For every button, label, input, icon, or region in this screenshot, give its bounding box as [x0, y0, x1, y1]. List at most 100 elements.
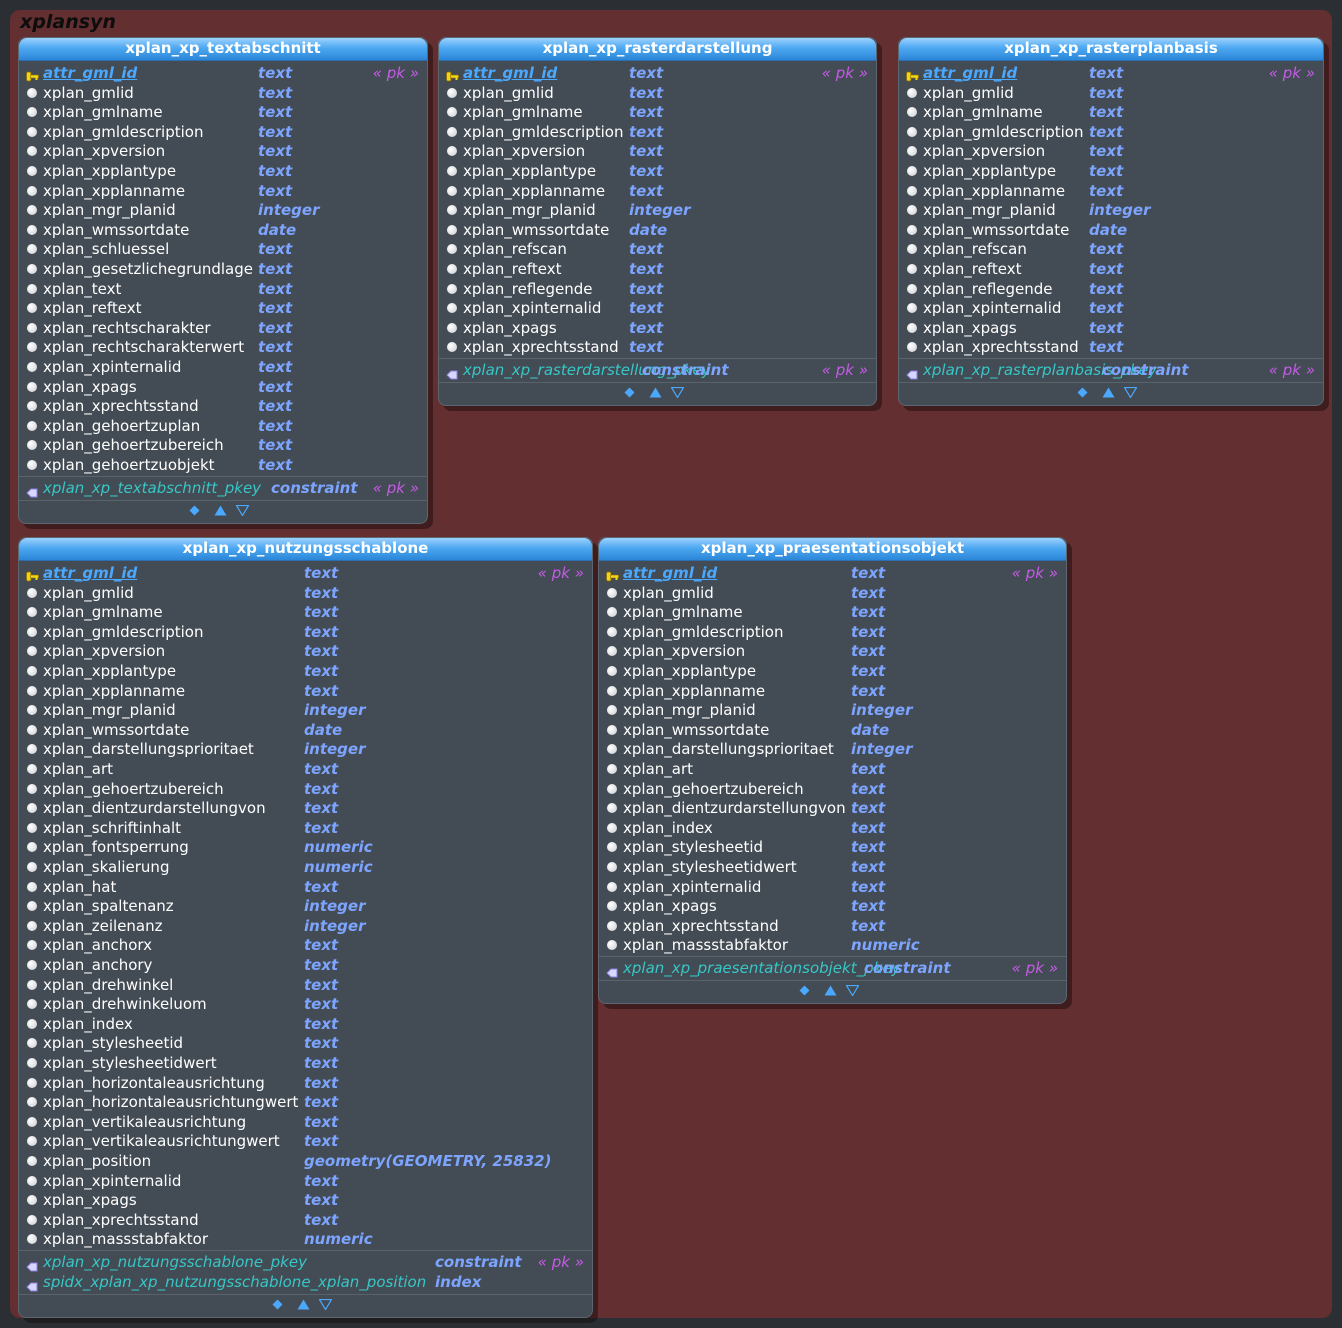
column-row[interactable]: xplan_reflegende text	[439, 279, 876, 299]
table-title[interactable]: xplan_xp_praesentationsobjekt	[599, 538, 1066, 561]
constraint-row[interactable]: xplan_xp_nutzungsschablone_pkey constrain…	[19, 1252, 592, 1272]
column-row[interactable]: xplan_mgr_planid integer	[439, 200, 876, 220]
table-nav[interactable]	[599, 983, 1066, 999]
column-row[interactable]: xplan_skalierung numeric	[19, 857, 592, 877]
column-row[interactable]: xplan_xpinternalid text	[19, 357, 427, 377]
table-nav[interactable]	[19, 1297, 592, 1313]
column-row[interactable]: xplan_anchorx text	[19, 935, 592, 955]
table-title[interactable]: xplan_xp_textabschnitt	[19, 38, 427, 61]
pk-column-row[interactable]: attr_gml_id text « pk »	[19, 63, 427, 83]
column-row[interactable]: xplan_massstabfaktor numeric	[19, 1229, 592, 1249]
column-row[interactable]: xplan_stylesheetidwert text	[19, 1053, 592, 1073]
table-title[interactable]: xplan_xp_nutzungsschablone	[19, 538, 592, 561]
column-row[interactable]: xplan_xprechtsstand text	[439, 337, 876, 357]
column-row[interactable]: xplan_xpversion text	[599, 641, 1066, 661]
column-row[interactable]: xplan_reftext text	[899, 259, 1323, 279]
column-row[interactable]: xplan_vertikaleausrichtungwert text	[19, 1131, 592, 1151]
column-row[interactable]: xplan_massstabfaktor numeric	[599, 935, 1066, 955]
column-row[interactable]: xplan_refscan text	[899, 239, 1323, 259]
pk-column-row[interactable]: attr_gml_id text « pk »	[19, 563, 592, 583]
column-row[interactable]: xplan_stylesheetidwert text	[599, 857, 1066, 877]
column-row[interactable]: xplan_gehoertzubereich text	[19, 435, 427, 455]
column-row[interactable]: xplan_drehwinkel text	[19, 975, 592, 995]
column-row[interactable]: xplan_gesetzlichegrundlage text	[19, 259, 427, 279]
column-row[interactable]: xplan_gmlname text	[899, 102, 1323, 122]
column-row[interactable]: xplan_xpversion text	[19, 641, 592, 661]
triangle-down-icon[interactable]	[236, 504, 249, 516]
column-row[interactable]: xplan_wmssortdate date	[19, 720, 592, 740]
column-row[interactable]: xplan_xpplanname text	[899, 181, 1323, 201]
column-row[interactable]: xplan_xpplantype text	[899, 161, 1323, 181]
column-row[interactable]: xplan_xpags text	[439, 318, 876, 338]
column-row[interactable]: xplan_xprechtsstand text	[899, 337, 1323, 357]
column-row[interactable]: xplan_darstellungsprioritaet integer	[19, 739, 592, 759]
column-row[interactable]: xplan_schriftinhalt text	[19, 818, 592, 838]
column-row[interactable]: xplan_gmldescription text	[19, 622, 592, 642]
triangle-down-icon[interactable]	[1124, 387, 1137, 398]
column-row[interactable]: xplan_gmlid text	[19, 583, 592, 603]
column-row[interactable]: xplan_gmlname text	[439, 102, 876, 122]
triangle-up-icon[interactable]	[297, 1299, 310, 1310]
column-row[interactable]: xplan_wmssortdate date	[599, 720, 1066, 740]
column-row[interactable]: xplan_mgr_planid integer	[599, 700, 1066, 720]
diamond-icon[interactable]	[624, 387, 635, 398]
column-row[interactable]: xplan_position geometry(GEOMETRY, 25832)	[19, 1151, 592, 1171]
column-row[interactable]: xplan_horizontaleausrichtungwert text	[19, 1092, 592, 1112]
column-row[interactable]: xplan_gmlid text	[599, 583, 1066, 603]
column-row[interactable]: xplan_xpinternalid text	[439, 298, 876, 318]
column-row[interactable]: xplan_rechtscharakter text	[19, 318, 427, 338]
triangle-up-icon[interactable]	[214, 505, 227, 516]
column-row[interactable]: xplan_xprechtsstand text	[19, 396, 427, 416]
constraint-row[interactable]: xplan_xp_praesentationsobjekt_pkey constr…	[599, 958, 1066, 978]
triangle-down-icon[interactable]	[670, 387, 684, 398]
table-textabschnitt[interactable]: xplan_xp_textabschnitt attr_gml_id text « p…	[18, 37, 428, 524]
column-row[interactable]: xplan_index text	[599, 818, 1066, 838]
column-row[interactable]: xplan_gehoertzubereich text	[599, 779, 1066, 799]
diamond-icon[interactable]	[1077, 387, 1088, 398]
triangle-up-icon[interactable]	[649, 387, 662, 398]
column-row[interactable]: xplan_xpinternalid text	[899, 298, 1323, 318]
column-row[interactable]: xplan_gmlid text	[439, 83, 876, 103]
column-row[interactable]: xplan_dientzurdarstellungvon text	[599, 798, 1066, 818]
column-row[interactable]: xplan_xpversion text	[19, 141, 427, 161]
column-row[interactable]: xplan_xpinternalid text	[599, 877, 1066, 897]
column-row[interactable]: xplan_gmldescription text	[439, 122, 876, 142]
column-row[interactable]: xplan_gmlname text	[19, 102, 427, 122]
column-row[interactable]: xplan_mgr_planid integer	[19, 200, 427, 220]
column-row[interactable]: xplan_xpplanname text	[439, 181, 876, 201]
pk-column-row[interactable]: attr_gml_id text « pk »	[899, 63, 1323, 83]
column-row[interactable]: xplan_gehoertzubereich text	[19, 779, 592, 799]
column-row[interactable]: xplan_reflegende text	[899, 279, 1323, 299]
diamond-icon[interactable]	[272, 1299, 283, 1310]
column-row[interactable]: xplan_reftext text	[19, 298, 427, 318]
column-row[interactable]: xplan_mgr_planid integer	[899, 200, 1323, 220]
column-row[interactable]: xplan_gmldescription text	[899, 122, 1323, 142]
column-row[interactable]: xplan_gmlname text	[599, 602, 1066, 622]
column-row[interactable]: xplan_wmssortdate date	[439, 220, 876, 240]
column-row[interactable]: xplan_fontsperrung numeric	[19, 837, 592, 857]
column-row[interactable]: xplan_gmldescription text	[599, 622, 1066, 642]
column-row[interactable]: xplan_xpags text	[599, 896, 1066, 916]
table-rasterdarstellung[interactable]: xplan_xp_rasterdarstellung attr_gml_id tex…	[438, 37, 877, 406]
column-row[interactable]: xplan_wmssortdate date	[19, 220, 427, 240]
pk-column-row[interactable]: attr_gml_id text « pk »	[599, 563, 1066, 583]
constraint-row[interactable]: xplan_xp_textabschnitt_pkey constraint « p…	[19, 478, 427, 498]
table-nav[interactable]	[899, 385, 1323, 401]
column-row[interactable]: xplan_schluessel text	[19, 239, 427, 259]
column-row[interactable]: xplan_xpags text	[19, 1190, 592, 1210]
column-row[interactable]: xplan_gmlid text	[19, 83, 427, 103]
column-row[interactable]: xplan_stylesheetid text	[599, 837, 1066, 857]
column-row[interactable]: xplan_stylesheetid text	[19, 1033, 592, 1053]
column-row[interactable]: xplan_gmlname text	[19, 602, 592, 622]
column-row[interactable]: xplan_darstellungsprioritaet integer	[599, 739, 1066, 759]
column-row[interactable]: xplan_gehoertzuplan text	[19, 416, 427, 436]
table-rasterplanbasis[interactable]: xplan_xp_rasterplanbasis attr_gml_id text «…	[898, 37, 1324, 406]
column-row[interactable]: xplan_reftext text	[439, 259, 876, 279]
column-row[interactable]: xplan_horizontaleausrichtung text	[19, 1073, 592, 1093]
column-row[interactable]: xplan_xpversion text	[899, 141, 1323, 161]
column-row[interactable]: xplan_xprechtsstand text	[599, 916, 1066, 936]
triangle-up-icon[interactable]	[1102, 387, 1115, 398]
column-row[interactable]: xplan_wmssortdate date	[899, 220, 1323, 240]
constraint-row[interactable]: xplan_xp_rasterdarstellung_pkey constrain…	[439, 360, 876, 380]
column-row[interactable]: xplan_rechtscharakterwert text	[19, 337, 427, 357]
